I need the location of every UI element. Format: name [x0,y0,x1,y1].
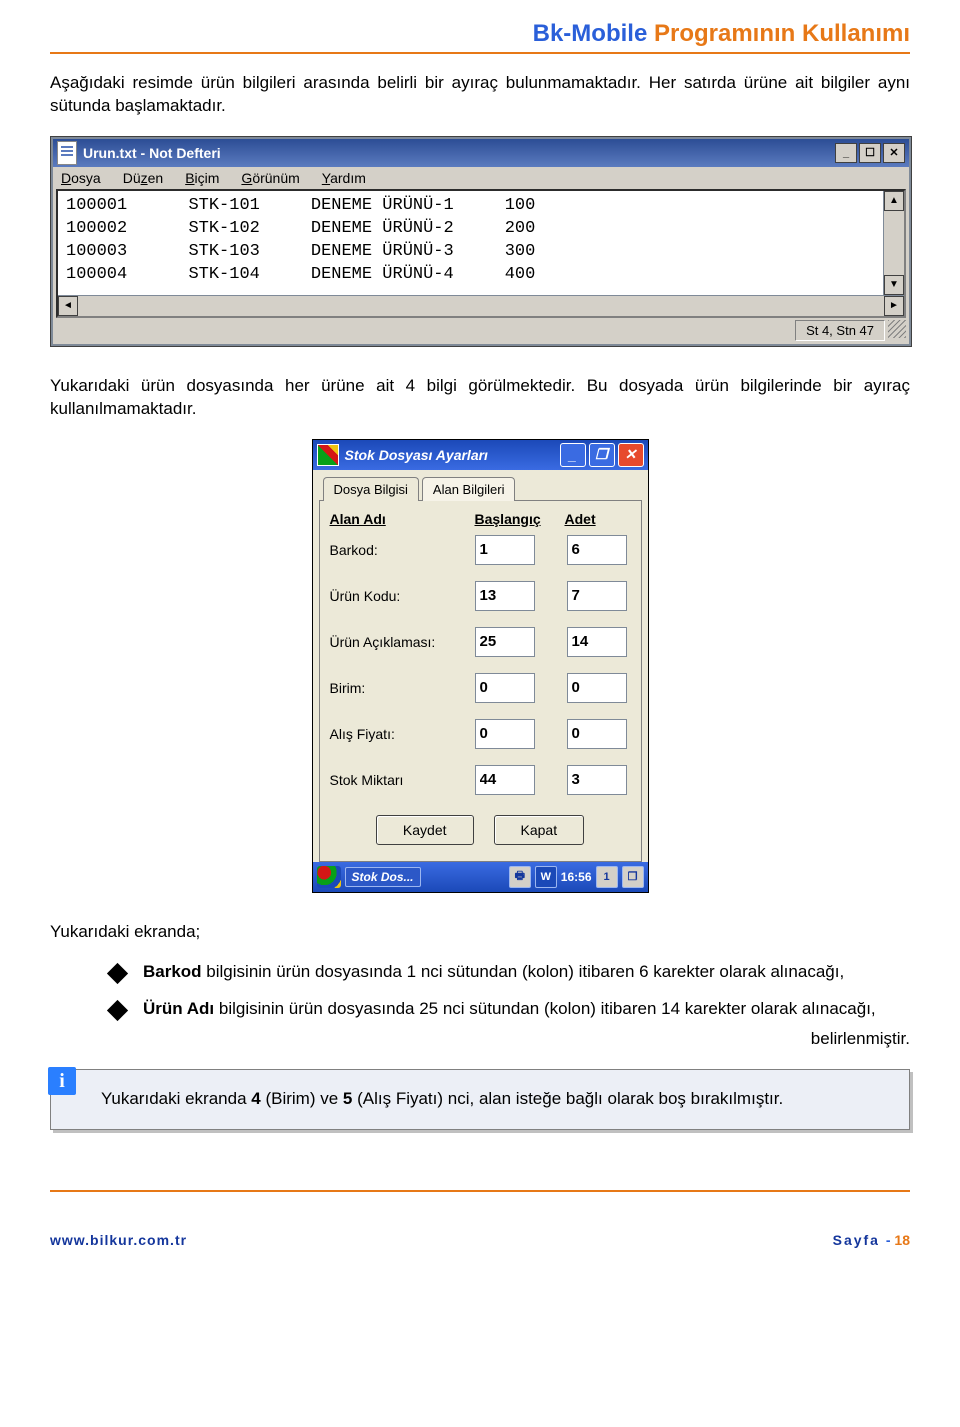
col-baslangic: Başlangıç [475,511,565,527]
dialog-close-button[interactable]: ✕ [618,443,644,467]
col-adet: Adet [565,511,631,527]
field-label: Ürün Kodu: [330,588,475,604]
dialog-maximize-button[interactable]: ❐ [589,443,615,467]
horizontal-scrollbar[interactable]: ◄ ► [58,295,904,316]
save-button[interactable]: Kaydet [376,815,474,845]
menu-dosya[interactable]: Dosya [61,170,101,186]
page-footer: www.bilkur.com.tr Sayfa - 18 [50,1232,910,1248]
np-row: 100003 STK-103 DENEME ÜRÜNÜ-3 300 [66,242,535,261]
stok-dialog: Stok Dosyası Ayarları _ ❐ ✕ Dosya Bilgis… [312,439,649,893]
stok-miktari-count-input[interactable] [567,765,627,795]
header-orange: Programının Kullanımı [647,20,910,47]
dialog-icon [317,444,339,466]
tab-alan-bilgileri[interactable]: Alan Bilgileri [422,477,516,501]
notepad-titlebar[interactable]: Urun.txt - Not Defteri _ ☐ ✕ [53,139,909,167]
info-icon: i [48,1067,76,1095]
notepad-title: Urun.txt - Not Defteri [83,145,221,161]
tab-dosya-bilgisi[interactable]: Dosya Bilgisi [323,477,419,501]
footer-pageno: Sayfa - 18 [833,1232,910,1248]
scroll-up-icon[interactable]: ▲ [884,191,904,211]
tab-panel: Alan Adı Başlangıç Adet Barkod: Ürün Kod… [319,500,642,862]
diamond-bullet-icon [107,963,128,984]
tray-windows-icon[interactable]: ❐ [622,866,644,888]
paragraph-1: Aşağıdaki resimde ürün bilgileri arasınd… [50,72,910,118]
np-row: 100001 STK-101 DENEME ÜRÜNÜ-1 100 [66,196,535,215]
info-callout: i Yukarıdaki ekranda 4 (Birim) ve 5 (Alı… [50,1069,910,1130]
dialog-minimize-button[interactable]: _ [560,443,586,467]
np-row: 100004 STK-104 DENEME ÜRÜNÜ-4 400 [66,265,535,284]
paragraph-3: Yukarıdaki ekranda; [50,921,910,944]
field-row-birim: Birim: [330,673,631,703]
tabstrip: Dosya Bilgisi Alan Bilgileri [313,476,648,500]
field-label: Ürün Açıklaması: [330,634,475,650]
close-button[interactable]: ✕ [883,143,905,163]
tray-printer-icon[interactable]: 🖶 [509,866,531,888]
close-dialog-button[interactable]: Kapat [494,815,585,845]
paragraph-2: Yukarıdaki ürün dosyasında her ürüne ait… [50,375,910,421]
notepad-icon [57,141,77,165]
callout-text: Yukarıdaki ekranda 4 (Birim) ve 5 (Alış … [101,1088,889,1111]
bullet-item: Barkod bilgisinin ürün dosyasında 1 nci … [110,961,910,984]
field-label: Stok Miktarı [330,772,475,788]
np-row: 100002 STK-102 DENEME ÜRÜNÜ-2 200 [66,219,535,238]
barkod-start-input[interactable] [475,535,535,565]
scroll-left-icon[interactable]: ◄ [58,296,78,316]
urun-kodu-count-input[interactable] [567,581,627,611]
header-blue: Bk-Mobile [533,20,648,47]
urun-aciklamasi-count-input[interactable] [567,627,627,657]
taskbar: Stok Dos... 🖶 W 16:56 1 ❐ [313,862,648,892]
header-rule [50,52,910,54]
tray-w-icon[interactable]: W [535,866,557,888]
maximize-button[interactable]: ☐ [859,143,881,163]
taskbar-app-button[interactable]: Stok Dos... [345,867,421,887]
diamond-bullet-icon [107,1000,128,1021]
field-row-barkod: Barkod: [330,535,631,565]
notepad-window: Urun.txt - Not Defteri _ ☐ ✕ Dosya Düzen… [50,136,912,347]
bullet-list: Barkod bilgisinin ürün dosyasında 1 nci … [110,961,910,1021]
dialog-titlebar[interactable]: Stok Dosyası Ayarları _ ❐ ✕ [313,440,648,470]
barkod-count-input[interactable] [567,535,627,565]
notepad-menubar: Dosya Düzen Biçim Görünüm Yardım [53,167,909,189]
alis-fiyati-count-input[interactable] [567,719,627,749]
field-row-urun-aciklamasi: Ürün Açıklaması: [330,627,631,657]
right-aligned-word: belirlenmiştir. [50,1029,910,1049]
stok-miktari-start-input[interactable] [475,765,535,795]
bullet-item: Ürün Adı bilgisinin ürün dosyasında 25 n… [110,998,910,1021]
resize-grip-icon[interactable] [888,320,906,338]
birim-count-input[interactable] [567,673,627,703]
notepad-statusbar: St 4, Stn 47 [53,318,909,344]
scroll-right-icon[interactable]: ► [884,296,904,316]
minimize-button[interactable]: _ [835,143,857,163]
dialog-title: Stok Dosyası Ayarları [345,447,488,463]
menu-duzen[interactable]: Düzen [123,170,163,186]
urun-kodu-start-input[interactable] [475,581,535,611]
field-label: Alış Fiyatı: [330,726,475,742]
footer-rule [50,1190,910,1192]
menu-yardim[interactable]: Yardım [322,170,366,186]
tray-1-icon[interactable]: 1 [596,866,618,888]
tray: 🖶 W 16:56 1 ❐ [509,866,644,888]
menu-gorunum[interactable]: Görünüm [241,170,299,186]
notepad-text[interactable]: 100001 STK-101 DENEME ÜRÜNÜ-1 100 100002… [58,191,883,295]
taskbar-clock: 16:56 [561,870,592,884]
start-icon[interactable] [317,866,341,888]
column-headers: Alan Adı Başlangıç Adet [330,511,631,527]
field-row-urun-kodu: Ürün Kodu: [330,581,631,611]
field-row-stok-miktari: Stok Miktarı [330,765,631,795]
page-header: Bk-Mobile Programının Kullanımı [50,0,910,48]
urun-aciklamasi-start-input[interactable] [475,627,535,657]
col-alan-adi: Alan Adı [330,511,475,527]
field-row-alis-fiyati: Alış Fiyatı: [330,719,631,749]
menu-bicim[interactable]: Biçim [185,170,219,186]
scroll-down-icon[interactable]: ▼ [884,275,904,295]
birim-start-input[interactable] [475,673,535,703]
status-cursor: St 4, Stn 47 [795,320,885,341]
vertical-scrollbar[interactable]: ▲ ▼ [883,191,904,295]
footer-url: www.bilkur.com.tr [50,1232,187,1248]
field-label: Barkod: [330,542,475,558]
field-label: Birim: [330,680,475,696]
alis-fiyati-start-input[interactable] [475,719,535,749]
